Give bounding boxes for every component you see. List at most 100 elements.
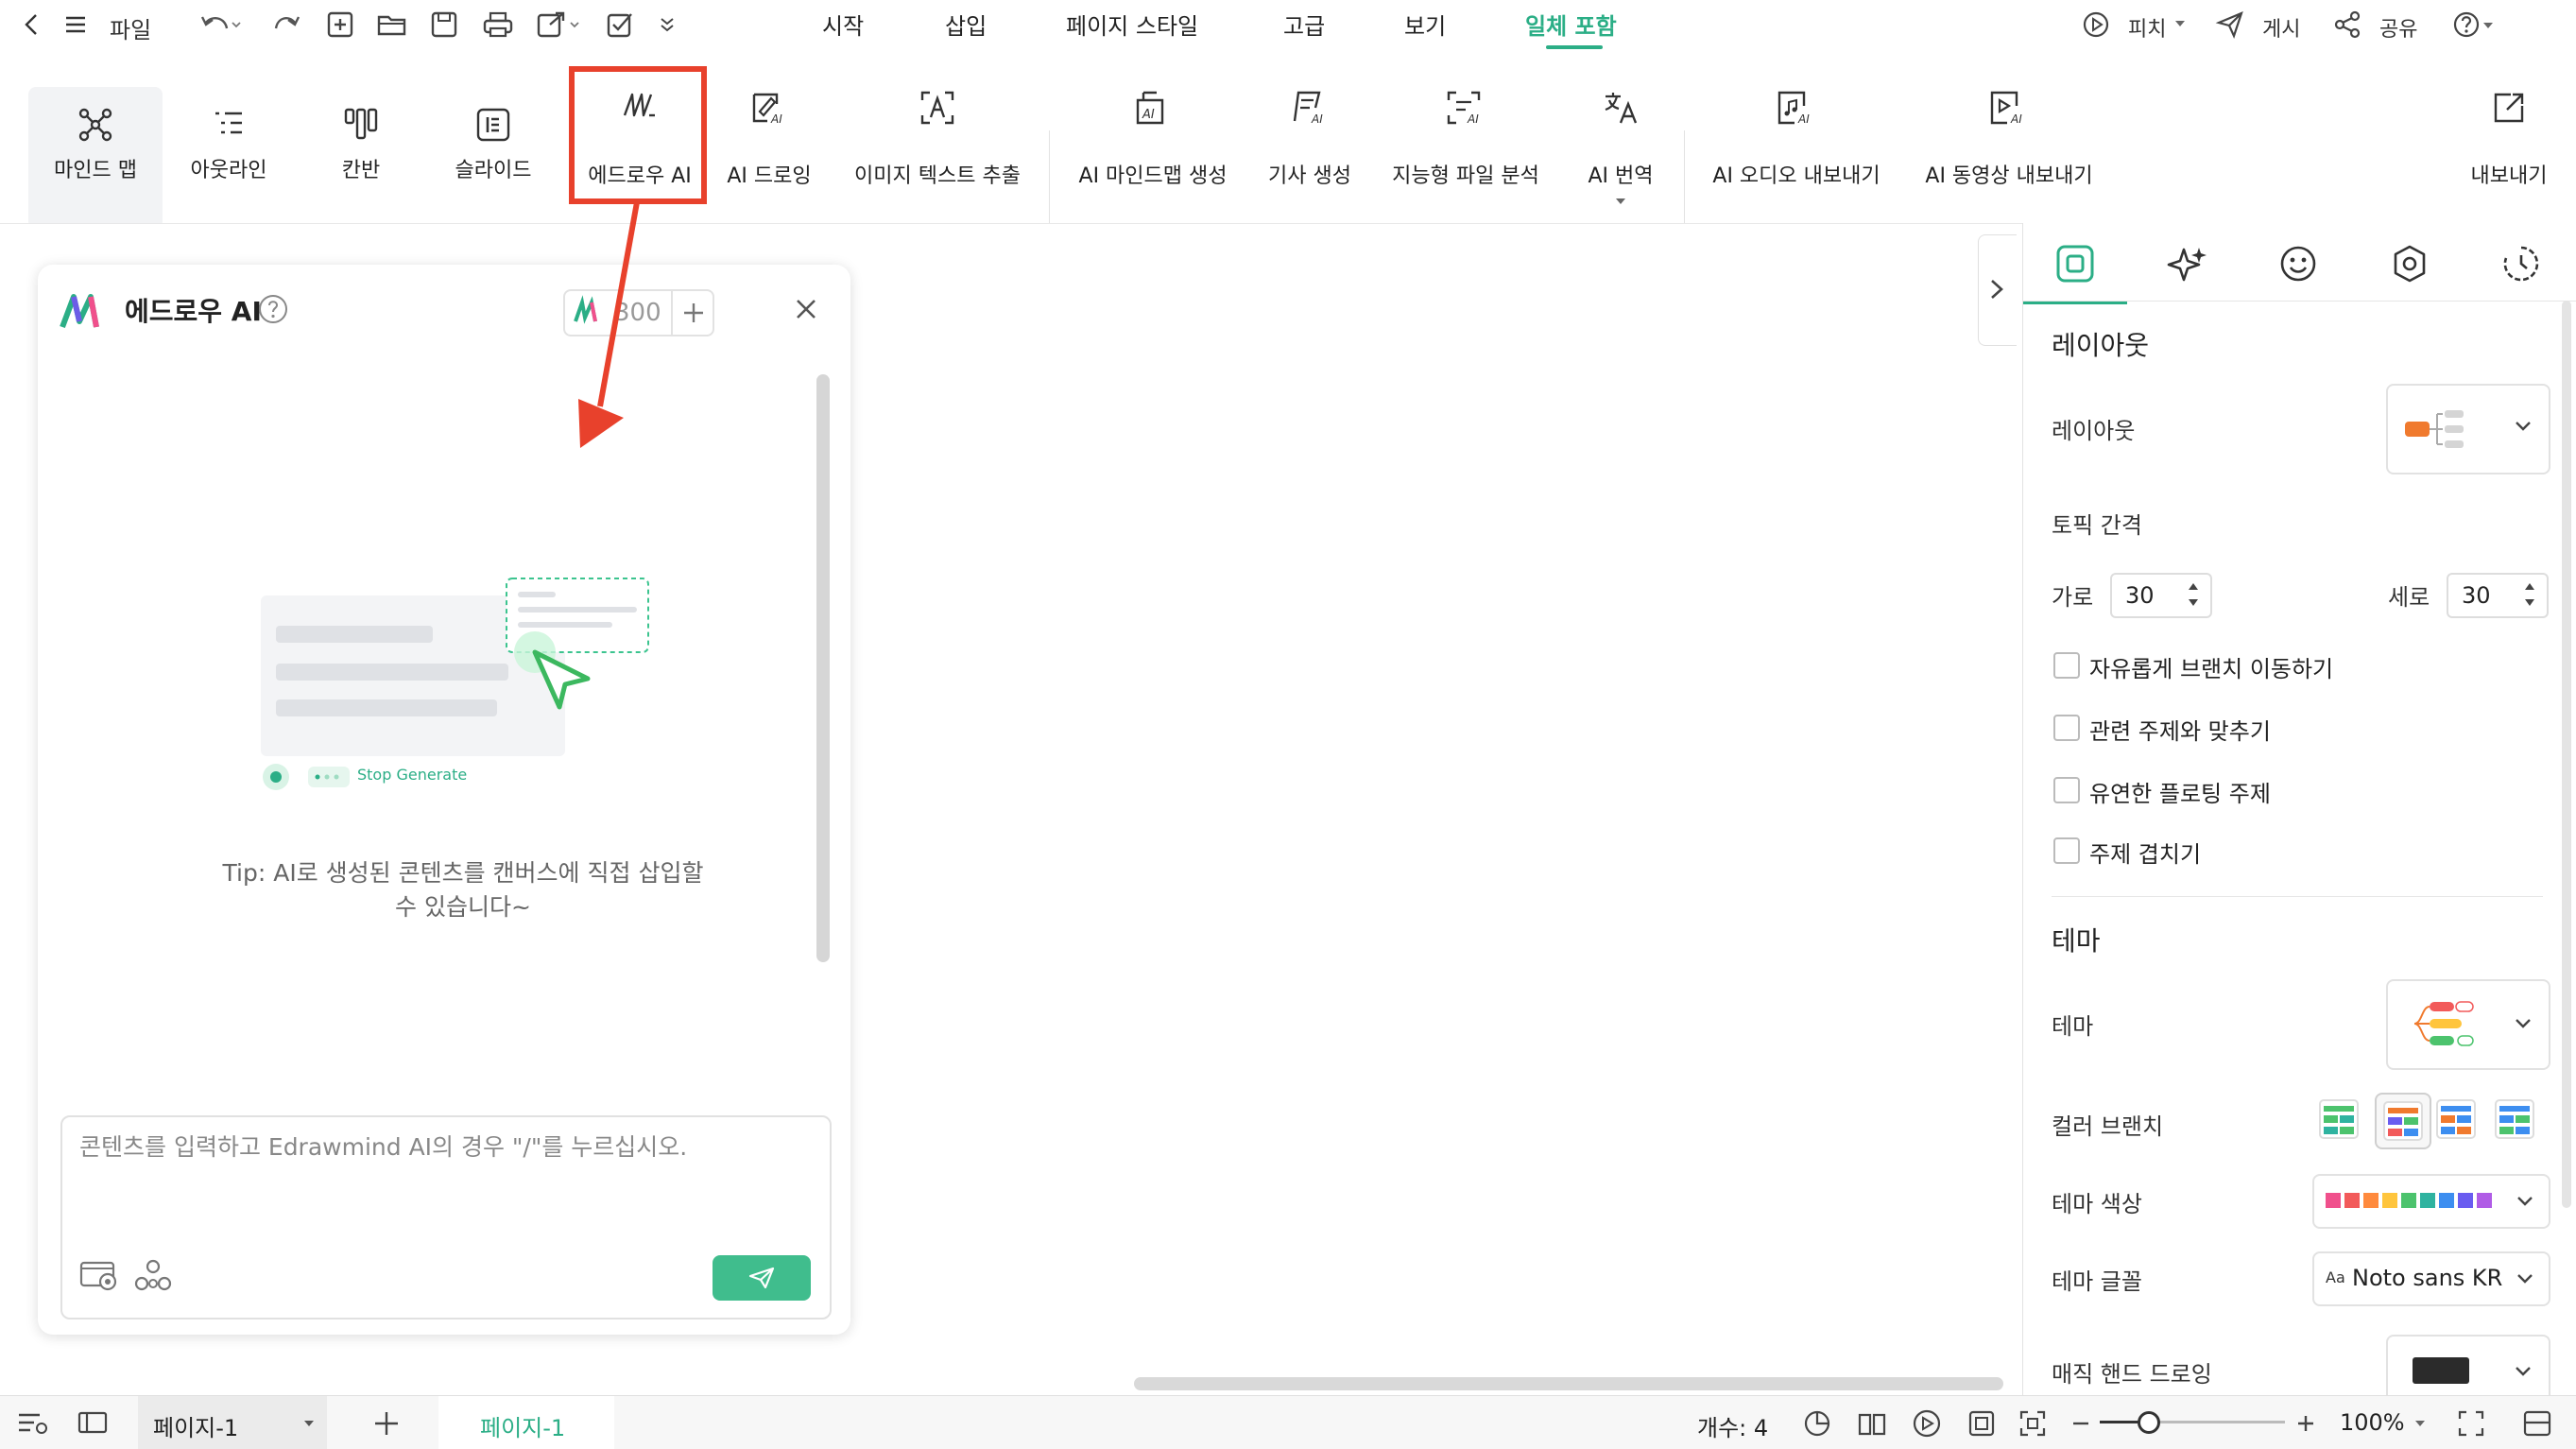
export-button[interactable]: 내보내기 xyxy=(2447,66,2570,208)
back-icon[interactable] xyxy=(21,9,43,40)
ai-audio-export-label: AI 오디오 내보내기 xyxy=(1712,164,1880,188)
layout-tab[interactable] xyxy=(2023,229,2127,304)
layout-dropdown[interactable] xyxy=(2386,384,2550,474)
properties-panel: 레이아웃 레이아웃 토픽 간격 가로 30 세로 30 자유롭게 브랜치 이동하… xyxy=(1978,223,2576,1403)
zoom-dropdown-icon[interactable] xyxy=(2413,1419,2427,1428)
kanban-view-button[interactable]: 칸반 xyxy=(304,87,418,229)
align-related-topics-checkbox[interactable] xyxy=(2053,715,2080,741)
vertical-spacing-input[interactable]: 30 xyxy=(2447,573,2549,618)
tab-start[interactable]: 시작 xyxy=(822,8,864,41)
task-check-icon[interactable] xyxy=(605,9,635,40)
book-view-icon[interactable] xyxy=(1856,1407,1888,1440)
tab-advanced[interactable]: 고급 xyxy=(1283,8,1325,41)
flexible-floating-topic-checkbox[interactable] xyxy=(2053,777,2080,803)
tab-view[interactable]: 보기 xyxy=(1404,8,1446,41)
ai-prompt-input[interactable]: 콘텐츠를 입력하고 Edrawmind AI의 경우 "/"를 누르십시오. xyxy=(60,1115,832,1320)
save-icon[interactable] xyxy=(429,9,459,40)
zoom-slider-handle[interactable] xyxy=(2138,1411,2160,1434)
fit-page-icon[interactable] xyxy=(1966,1407,1998,1440)
help-icon[interactable] xyxy=(2451,9,2499,40)
color-branch-option-selected[interactable] xyxy=(2375,1093,2431,1149)
ai-video-export-button[interactable]: AI AI 동영상 내보내기 xyxy=(1909,66,2109,208)
mindmap-template-icon[interactable] xyxy=(134,1259,172,1293)
article-generate-button[interactable]: AI 기사 생성 xyxy=(1253,66,1366,208)
topic-overlap-checkbox[interactable] xyxy=(2053,837,2080,864)
theme-color-dropdown[interactable] xyxy=(2312,1174,2550,1229)
pen-color-swatch xyxy=(2413,1357,2469,1384)
ai-style-tab[interactable] xyxy=(2135,229,2239,301)
ai-translate-button[interactable]: AI 번역 xyxy=(1569,66,1673,208)
zoom-in-icon[interactable] xyxy=(2294,1407,2317,1440)
outline-toggle-icon[interactable] xyxy=(15,1407,49,1438)
presentation-play-icon[interactable] xyxy=(1911,1407,1943,1440)
page-panel-icon[interactable] xyxy=(76,1407,110,1438)
fit-window-icon[interactable] xyxy=(2017,1407,2049,1440)
print-icon[interactable] xyxy=(482,9,514,40)
hamburger-menu-icon[interactable] xyxy=(62,9,89,40)
zoom-level[interactable]: 100% xyxy=(2340,1409,2405,1436)
color-branch-option[interactable] xyxy=(2435,1098,2477,1140)
magic-hand-drawing-dropdown[interactable] xyxy=(2386,1335,2550,1403)
page-tab[interactable]: 페이지-1 xyxy=(438,1396,614,1449)
color-branch-option[interactable] xyxy=(2494,1098,2535,1140)
panel-scrollbar[interactable] xyxy=(2562,301,2571,1208)
slides-view-label: 슬라이드 xyxy=(455,159,532,182)
help-icon[interactable] xyxy=(257,293,289,325)
stepper-icon[interactable] xyxy=(2522,578,2537,611)
focus-icon[interactable] xyxy=(1801,1407,1833,1440)
outline-view-button[interactable]: 아웃라인 xyxy=(172,87,285,229)
translate-dropdown-icon[interactable] xyxy=(1614,197,1627,206)
history-tab[interactable] xyxy=(2469,229,2573,301)
redo-icon[interactable] xyxy=(272,9,302,40)
panel-tabs-divider xyxy=(2023,301,2576,302)
free-branch-move-checkbox[interactable] xyxy=(2053,652,2080,679)
share-icon[interactable] xyxy=(2332,9,2362,40)
share-button[interactable]: 공유 xyxy=(2379,12,2417,43)
pitch-button[interactable]: 피치 xyxy=(2128,12,2166,43)
fullscreen-icon[interactable] xyxy=(2455,1407,2487,1440)
open-folder-icon[interactable] xyxy=(376,9,408,40)
play-pitch-icon[interactable] xyxy=(2081,9,2111,40)
pitch-dropdown-icon[interactable] xyxy=(2173,19,2187,28)
undo-icon[interactable] xyxy=(198,9,241,40)
theme-dropdown[interactable] xyxy=(2386,979,2550,1070)
slides-view-button[interactable]: 슬라이드 xyxy=(437,87,550,229)
horizontal-spacing-input[interactable]: 30 xyxy=(2110,573,2212,618)
zoom-slider-track[interactable] xyxy=(2100,1411,2285,1434)
emoji-tab[interactable] xyxy=(2246,229,2350,301)
chevron-down-icon xyxy=(2516,1195,2533,1208)
add-page-icon[interactable] xyxy=(370,1407,403,1440)
close-icon[interactable] xyxy=(792,295,820,323)
color-branch-option[interactable] xyxy=(2318,1098,2360,1140)
file-menu[interactable]: 파일 xyxy=(110,11,151,44)
ai-drawing-button[interactable]: AI AI 드로잉 xyxy=(716,66,822,208)
panel-collapse-button[interactable] xyxy=(1978,234,2017,346)
sidebar-toggle-icon[interactable] xyxy=(2521,1407,2553,1440)
add-credits-icon[interactable] xyxy=(680,300,707,326)
more-dropdown-icon[interactable] xyxy=(656,9,678,40)
ai-audio-export-button[interactable]: AI AI 오디오 내보내기 xyxy=(1697,66,1896,208)
screenshot-attach-icon[interactable] xyxy=(79,1259,121,1293)
zoom-out-icon[interactable] xyxy=(2069,1407,2092,1440)
ai-panel-scrollbar[interactable] xyxy=(816,374,830,962)
publish-button[interactable]: 게시 xyxy=(2262,12,2300,43)
theme-font-dropdown[interactable]: Aa Noto sans KR xyxy=(2312,1251,2550,1306)
publish-icon[interactable] xyxy=(2215,9,2245,40)
stepper-icon[interactable] xyxy=(2186,578,2201,611)
ai-mindmap-generate-button[interactable]: AI AI 마인드맵 생성 xyxy=(1062,66,1244,208)
menu-bar: 파일 시작 삽입 페이지 스타일 고급 보기 일체 포함 피치 게시 공유 xyxy=(0,0,2576,53)
image-text-extract-button[interactable]: 이미지 텍스트 추출 xyxy=(835,66,1039,208)
tab-insert[interactable]: 삽입 xyxy=(945,8,987,41)
canvas-horizontal-scrollbar[interactable] xyxy=(1134,1377,2003,1390)
page-selector[interactable]: 페이지-1 xyxy=(138,1396,327,1449)
tab-page-style[interactable]: 페이지 스타일 xyxy=(1066,8,1198,41)
file-analysis-button[interactable]: AI 지능형 파일 분석 xyxy=(1376,66,1555,208)
kanban-icon xyxy=(342,106,380,144)
tab-ai[interactable]: 일체 포함 xyxy=(1525,8,1617,41)
send-button[interactable] xyxy=(713,1255,811,1301)
mindmap-view-button[interactable]: 마인드 맵 xyxy=(28,87,163,229)
new-page-icon[interactable] xyxy=(325,9,355,40)
export-menu-icon[interactable] xyxy=(535,9,582,40)
settings-tab[interactable] xyxy=(2358,229,2462,301)
page-dropdown-icon xyxy=(302,1419,316,1428)
